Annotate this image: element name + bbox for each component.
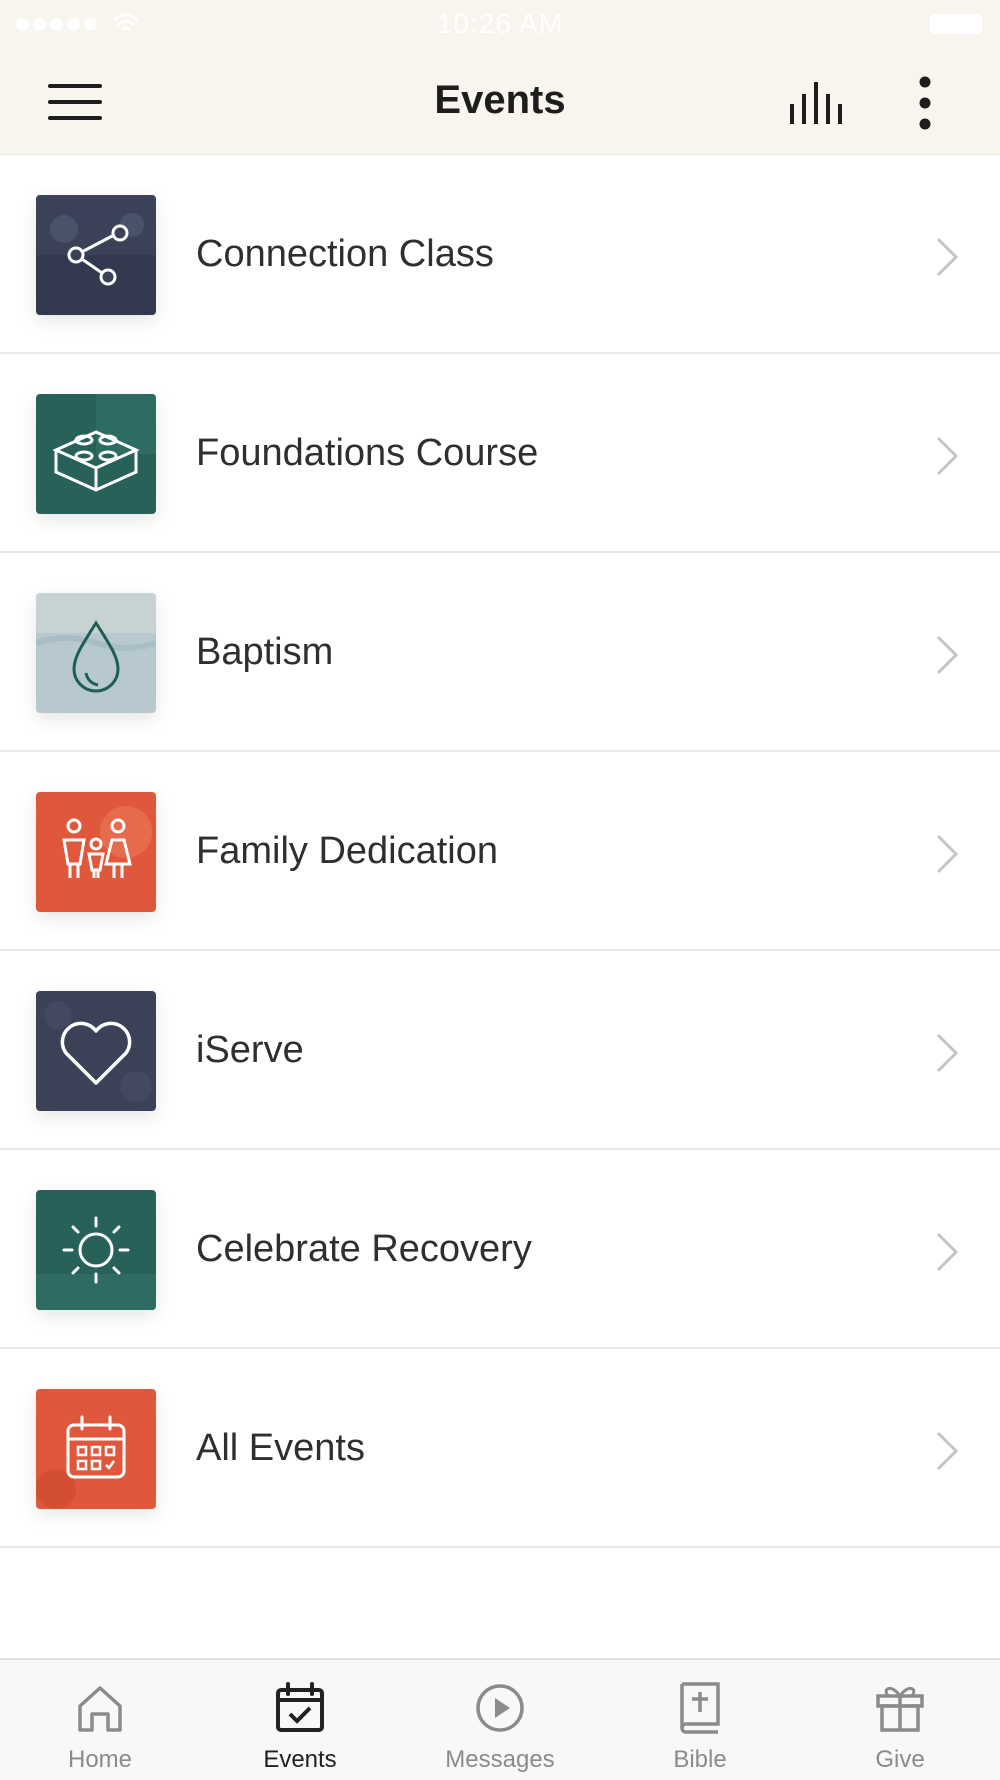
more-options-icon[interactable] [910, 75, 940, 131]
gift-icon [876, 1687, 924, 1732]
event-list: Connection Class Foundations Course Bapt… [0, 155, 1000, 1548]
audio-bars-icon[interactable] [788, 80, 846, 126]
tab-label: Events [263, 1746, 337, 1773]
share-icon [36, 195, 156, 315]
event-thumbnail [36, 195, 156, 315]
event-row-family-dedication[interactable]: Family Dedication [0, 752, 1000, 951]
chevron-right-icon [936, 436, 959, 476]
app-header: Events [0, 50, 1000, 155]
chevron-right-icon [936, 1232, 959, 1272]
calendar-icon [36, 1389, 156, 1509]
event-row-connection-class[interactable]: Connection Class [0, 155, 1000, 354]
lego-brick-icon [36, 394, 156, 514]
page-title: Events [434, 78, 566, 122]
sun-icon [36, 1190, 156, 1310]
heart-icon [36, 991, 156, 1111]
event-row-celebrate-recovery[interactable]: Celebrate Recovery [0, 1150, 1000, 1349]
event-thumbnail [36, 991, 156, 1111]
tab-bible[interactable]: Bible [600, 1660, 800, 1780]
tab-events[interactable]: Events [200, 1660, 400, 1780]
tab-label: Messages [445, 1746, 555, 1773]
event-row-iserve[interactable]: iServe [0, 951, 1000, 1150]
chevron-right-icon [936, 1033, 959, 1073]
chevron-right-icon [936, 635, 959, 675]
event-thumbnail [36, 593, 156, 713]
chevron-right-icon [936, 834, 959, 874]
tab-label: Give [875, 1746, 925, 1773]
home-icon [78, 1686, 122, 1732]
calendar-check-icon [276, 1682, 324, 1732]
tab-home[interactable]: Home [0, 1660, 200, 1780]
play-circle-icon [476, 1684, 524, 1732]
event-title: All Events [196, 1427, 365, 1469]
tab-label: Home [67, 1746, 133, 1773]
chevron-right-icon [936, 1431, 959, 1471]
event-title: Foundations Course [196, 432, 539, 474]
event-row-all-events[interactable]: All Events [0, 1349, 1000, 1548]
bible-icon [680, 1682, 720, 1734]
tab-messages[interactable]: Messages [400, 1660, 600, 1780]
event-row-baptism[interactable]: Baptism [0, 553, 1000, 752]
tab-give[interactable]: Give [800, 1660, 1000, 1780]
status-bar: 10:26 AM [0, 0, 1000, 50]
event-thumbnail [36, 1389, 156, 1509]
event-thumbnail [36, 792, 156, 912]
event-thumbnail [36, 1190, 156, 1310]
family-icon [36, 792, 156, 912]
event-thumbnail [36, 394, 156, 514]
event-row-foundations-course[interactable]: Foundations Course [0, 354, 1000, 553]
event-title: Family Dedication [196, 830, 498, 872]
status-time: 10:26 AM [436, 8, 564, 39]
event-title: Connection Class [196, 233, 494, 275]
chevron-right-icon [936, 237, 959, 277]
tab-label: Bible [673, 1746, 727, 1773]
water-drop-icon [36, 593, 156, 713]
battery-icon [930, 14, 982, 34]
event-title: iServe [196, 1029, 304, 1071]
event-title: Baptism [196, 631, 334, 673]
event-title: Celebrate Recovery [196, 1228, 532, 1270]
tab-bar: Home Events Messages Bible Give [0, 1658, 1000, 1780]
